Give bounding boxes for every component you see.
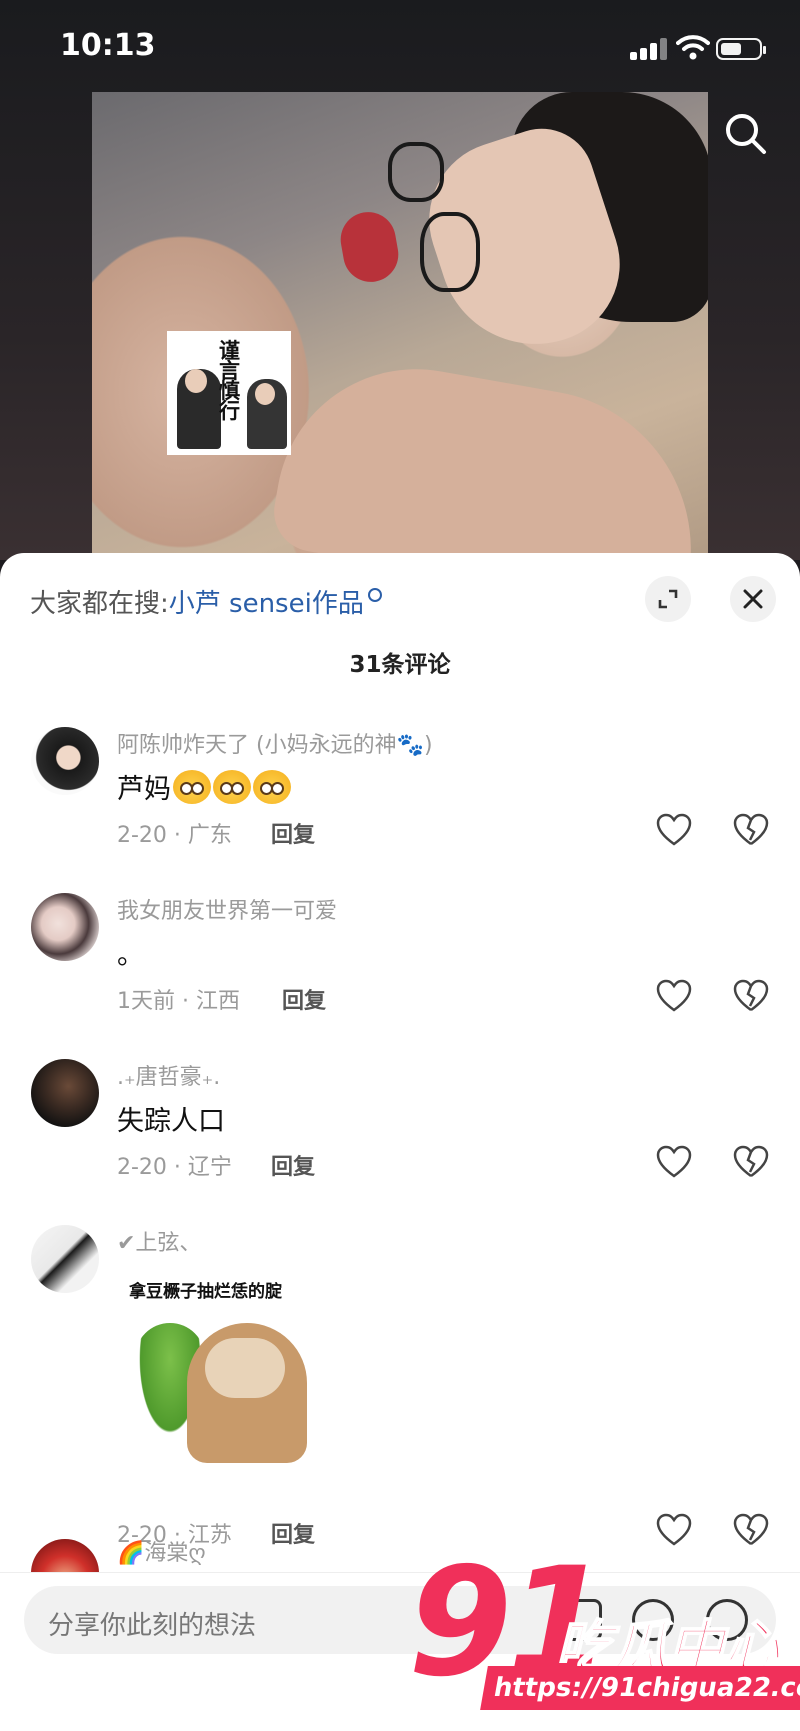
avatar[interactable] [31,727,99,795]
comment-input-placeholder: 分享你此刻的想法 [48,1611,257,1641]
watermark-url: https://91chigua22.com [480,1666,800,1710]
expand-icon [658,589,678,609]
sticker-caption: 拿豆橛子抽烂恁的腚 [129,1282,282,1302]
status-bar: 10:13 [0,0,800,92]
glasses-left-lens [388,142,444,202]
comment-text: 芦妈 [117,767,291,806]
photo-lips [336,207,403,287]
meme-sticker: 谨言慎行 [167,331,291,455]
reply-button[interactable]: 回复 [271,817,315,849]
comment-username[interactable]: .₊唐哲豪₊. [117,1059,220,1091]
comment-username[interactable]: ✔上弦、 [117,1225,201,1257]
battery-icon [716,38,766,60]
cellular-signal-icon [630,38,668,60]
emoji-icon [213,770,251,804]
avatar[interactable] [31,1225,99,1293]
close-button[interactable] [730,576,776,622]
photo-hand [267,347,708,562]
hot-search-keyword[interactable]: 小芦 sensei作品 [169,589,364,619]
broken-heart-icon[interactable] [733,1145,769,1179]
heart-icon[interactable] [656,813,692,847]
broken-heart-icon[interactable] [733,813,769,847]
search-icon[interactable] [722,110,770,158]
comment-count: 31条评论 [349,652,451,678]
comment-item: 🌈海棠ღ [0,1535,800,1572]
avatar[interactable] [31,893,99,961]
hot-search-prefix: 大家都在搜: [30,589,169,619]
heart-icon[interactable] [656,1145,692,1179]
comment-meta: 1天前 · 江西 [117,989,240,1014]
wifi-icon [676,35,710,60]
emoji-icon [253,770,291,804]
emoji-icon [173,770,211,804]
avatar[interactable] [31,1539,99,1572]
glasses-right-lens [420,212,480,292]
broken-heart-icon[interactable] [733,979,769,1013]
video-frame[interactable] [92,92,708,562]
comment-username[interactable]: 🌈海棠ღ [117,1535,206,1567]
comment-text: 失踪人口 [117,1106,225,1137]
comment-username[interactable]: 我女朋友世界第一可爱 [117,893,337,925]
hot-search[interactable]: 大家都在搜:小芦 sensei作品 [30,583,382,620]
comment-sticker[interactable]: 拿豆橛子抽烂恁的腚 [117,1273,312,1473]
sheet-header: 大家都在搜:小芦 sensei作品 [0,553,800,643]
search-small-icon [367,588,382,602]
meme-text: 谨言慎行 [219,339,240,423]
reply-button[interactable]: 回复 [282,983,326,1015]
avatar[interactable] [31,1059,99,1127]
comment-text: 。 [117,940,144,971]
comment-sheet: 大家都在搜:小芦 sensei作品 31条评论 阿陈帅炸天了 (小妈永远的神🐾)… [0,553,800,1731]
reply-button[interactable]: 回复 [271,1149,315,1181]
comment-username[interactable]: 阿陈帅炸天了 (小妈永远的神🐾) [117,727,433,759]
close-icon [743,589,763,609]
heart-icon[interactable] [656,979,692,1013]
status-time: 10:13 [60,28,156,63]
expand-button[interactable] [645,576,691,622]
comment-meta: 2-20 · 辽宁 [117,1155,232,1180]
comment-meta: 2-20 · 广东 [117,823,232,848]
